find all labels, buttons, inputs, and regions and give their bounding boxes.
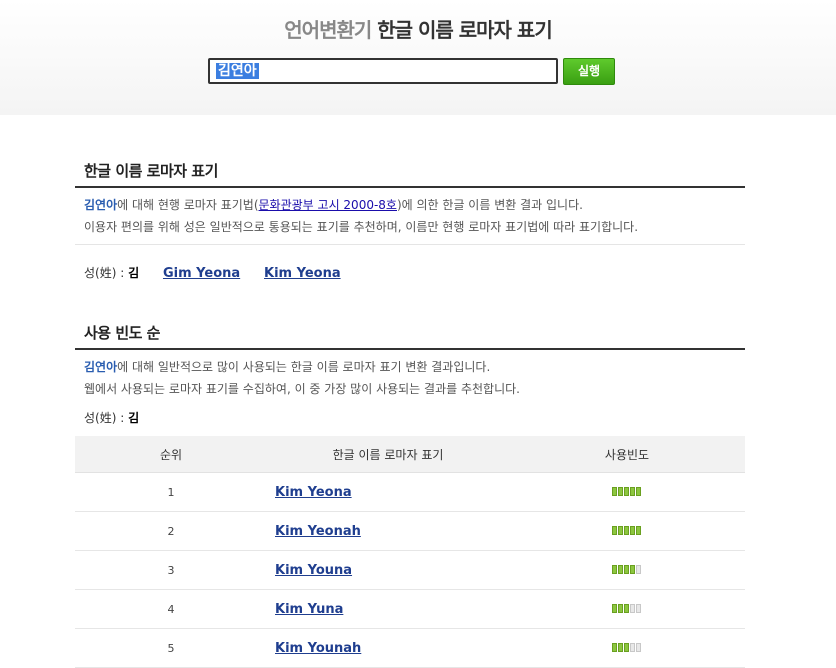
frequency-bar-segment bbox=[612, 643, 617, 653]
frequency-cell bbox=[509, 472, 745, 512]
frequency-bar-segment bbox=[630, 604, 635, 614]
page-title: 언어변환기 한글 이름 로마자 표기 bbox=[0, 14, 836, 43]
romanization-cell: Kim Yeonah bbox=[267, 511, 509, 551]
column-header-rank: 순위 bbox=[75, 436, 267, 473]
rank-cell: 2 bbox=[75, 511, 267, 551]
frequency-bar-segment bbox=[630, 526, 635, 536]
surname-value: 김 bbox=[128, 266, 140, 280]
frequency-bar-segment bbox=[618, 643, 623, 653]
law-link[interactable]: 문화관광부 고시 2000-8호 bbox=[259, 198, 397, 212]
table-row: 2 Kim Yeonah bbox=[75, 511, 745, 551]
search-input-value: 김연아 bbox=[216, 63, 259, 79]
frequency-bar-segment bbox=[636, 643, 641, 653]
input-name: 김연아 bbox=[84, 360, 118, 374]
frequency-section: 사용 빈도 순 김연아에 대해 일반적으로 많이 사용되는 한글 이름 로마자 … bbox=[75, 320, 745, 668]
table-row: 4 Kim Yuna bbox=[75, 589, 745, 629]
frequency-bar-segment bbox=[624, 643, 629, 653]
frequency-bar-segment bbox=[636, 487, 641, 497]
table-row: 1 Kim Yeona bbox=[75, 472, 745, 512]
frequency-bar-segment bbox=[624, 604, 629, 614]
column-header-frequency: 사용빈도 bbox=[509, 436, 745, 473]
frequency-bar bbox=[612, 641, 642, 655]
frequency-bar-segment bbox=[630, 643, 635, 653]
frequency-bar-segment bbox=[612, 565, 617, 575]
title-service-name: 언어변환기 bbox=[284, 18, 372, 42]
frequency-bar-segment bbox=[618, 604, 623, 614]
column-header-romanization: 한글 이름 로마자 표기 bbox=[267, 436, 509, 473]
frequency-bar-segment bbox=[618, 526, 623, 536]
frequency-bar-segment bbox=[630, 487, 635, 497]
romanization-cell: Kim Yeona bbox=[267, 472, 509, 512]
romanization-cell: Kim Younah bbox=[267, 628, 509, 668]
surname-value: 김 bbox=[128, 411, 140, 425]
romanization-cell: Kim Yuna bbox=[267, 589, 509, 629]
frequency-bar-segment bbox=[618, 565, 623, 575]
divider bbox=[75, 244, 745, 245]
frequency-bar-segment bbox=[636, 526, 641, 536]
section-description: 김연아에 대해 일반적으로 많이 사용되는 한글 이름 로마자 표기 변환 결과… bbox=[84, 360, 520, 396]
surname-label: 성(姓) : bbox=[84, 266, 125, 280]
frequency-bar-segment bbox=[612, 487, 617, 497]
title-tool-name: 한글 이름 로마자 표기 bbox=[377, 18, 552, 42]
frequency-bar-segment bbox=[636, 604, 641, 614]
frequency-bar-segment bbox=[624, 526, 629, 536]
table-row: 5 Kim Younah bbox=[75, 628, 745, 668]
surname-row: 성(姓) : 김 bbox=[75, 408, 745, 428]
frequency-bar-segment bbox=[636, 565, 641, 575]
frequency-cell bbox=[509, 589, 745, 629]
frequency-cell bbox=[509, 511, 745, 551]
section-description: 김연아에 대해 현행 로마자 표기법(문화관광부 고시 2000-8호)에 의한… bbox=[84, 198, 639, 234]
frequency-bar-segment bbox=[630, 565, 635, 575]
frequency-bar bbox=[612, 485, 642, 499]
input-name: 김연아 bbox=[84, 198, 118, 212]
romanization-link[interactable]: Kim Yuna bbox=[275, 602, 343, 617]
rank-cell: 4 bbox=[75, 589, 267, 629]
romanization-link[interactable]: Kim Yeona bbox=[264, 266, 341, 281]
romanization-link[interactable]: Kim Younah bbox=[275, 641, 361, 656]
section-title: 한글 이름 로마자 표기 bbox=[75, 158, 745, 188]
frequency-bar bbox=[612, 524, 642, 538]
header: 언어변환기 한글 이름 로마자 표기 김연아 실행 bbox=[0, 0, 836, 115]
frequency-bar-segment bbox=[612, 526, 617, 536]
surname-label: 성(姓) : bbox=[84, 411, 125, 425]
rank-cell: 1 bbox=[75, 472, 267, 512]
frequency-bar-segment bbox=[618, 487, 623, 497]
search-input[interactable]: 김연아 bbox=[208, 58, 558, 84]
table-header-row: 순위 한글 이름 로마자 표기 사용빈도 bbox=[75, 436, 745, 473]
rank-cell: 3 bbox=[75, 550, 267, 590]
run-button[interactable]: 실행 bbox=[563, 58, 615, 85]
frequency-bar bbox=[612, 602, 642, 616]
frequency-bar-segment bbox=[612, 604, 617, 614]
romanization-link[interactable]: Gim Yeona bbox=[163, 266, 240, 281]
frequency-bar bbox=[612, 563, 642, 577]
romanization-link[interactable]: Kim Yeonah bbox=[275, 524, 361, 539]
frequency-cell bbox=[509, 628, 745, 668]
rank-cell: 5 bbox=[75, 628, 267, 668]
frequency-bar-segment bbox=[624, 565, 629, 575]
frequency-cell bbox=[509, 550, 745, 590]
romanization-cell: Kim Youna bbox=[267, 550, 509, 590]
surname-row: 성(姓) : 김 Gim Yeona Kim Yeona bbox=[75, 263, 745, 283]
romanization-link[interactable]: Kim Youna bbox=[275, 563, 352, 578]
romanization-link[interactable]: Kim Yeona bbox=[275, 485, 352, 500]
frequency-bar-segment bbox=[624, 487, 629, 497]
table-row: 3 Kim Youna bbox=[75, 550, 745, 590]
frequency-table: 순위 한글 이름 로마자 표기 사용빈도 1 Kim Yeona 2 Kim Yeon… bbox=[75, 436, 745, 668]
romanization-section: 한글 이름 로마자 표기 김연아에 대해 현행 로마자 표기법(문화관광부 고시… bbox=[75, 158, 745, 283]
section-title: 사용 빈도 순 bbox=[75, 320, 745, 350]
